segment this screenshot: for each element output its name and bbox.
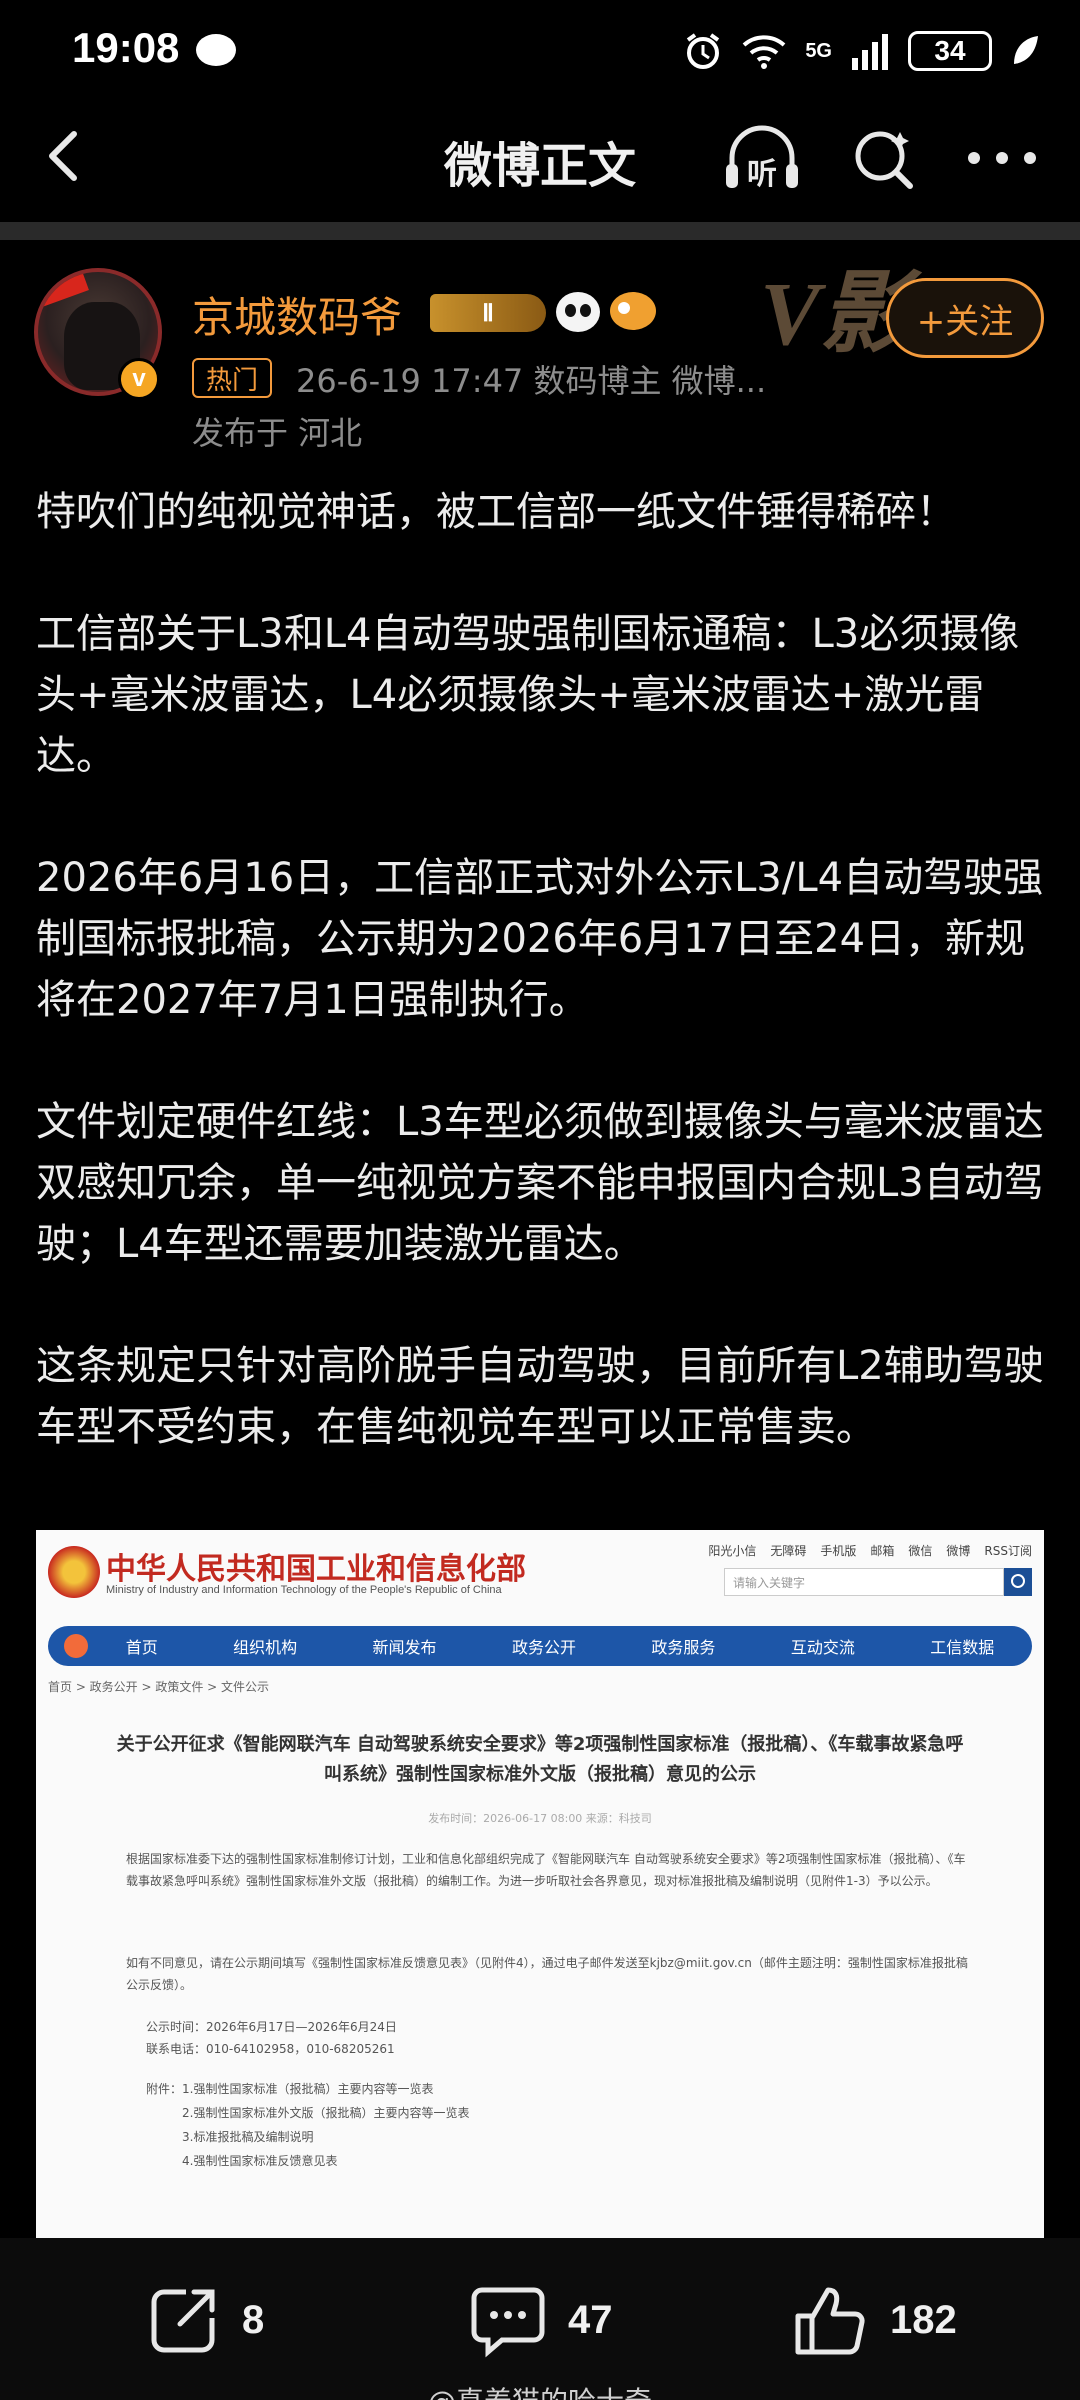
follow-button[interactable]: +关注 (886, 278, 1044, 358)
miit-top-link: 微博 (946, 1544, 971, 1558)
bird-icon (610, 292, 656, 330)
miit-nav: 首页 组织机构 新闻发布 政务公开 政务服务 互动交流 工信数据 (48, 1626, 1032, 1666)
status-bar: 19:08 5G 34 (0, 0, 1080, 100)
share-button[interactable]: 8 (146, 2280, 264, 2360)
listen-label: 听 (747, 157, 777, 192)
signal-icon (852, 34, 888, 70)
post-paragraph: 工信部关于L3和L4自动驾驶强制国标通稿：L3必须摄像头+毫米波雷达，L4必须摄… (36, 611, 1020, 779)
message-bubble-icon (196, 34, 236, 66)
author-header: v 京城数码爷 Ⅱ V影 +关注 热门 26-6-19 17:47 数码博主 微… (0, 240, 1080, 460)
thumbs-up-icon (795, 2287, 865, 2355)
author-name[interactable]: 京城数码爷 (192, 284, 402, 345)
nav-bar: 微博正文 听 (0, 100, 1080, 212)
battery-icon: 34 (908, 31, 992, 71)
miit-nav-item: 新闻发布 (372, 1638, 437, 1657)
post-location: 发布于 河北 (192, 414, 363, 452)
miit-breadcrumb: 首页 > 政务公开 > 政策文件 > 文件公示 (48, 1680, 270, 1694)
miit-search-icon (1004, 1568, 1032, 1596)
search-icon (855, 131, 913, 189)
miit-top-link: 微信 (908, 1544, 933, 1558)
status-time: 19:08 (72, 24, 180, 71)
miit-top-link: 邮箱 (870, 1544, 895, 1558)
miit-header: 中华人民共和国工业和信息化部 Ministry of Industry and … (36, 1530, 1044, 1616)
miit-top-link: RSS订阅 (984, 1544, 1032, 1558)
post-paragraph: 这条规定只针对高阶脱手自动驾驶，目前所有L2辅助驾驶车型不受约束，在售纯视觉车型… (36, 1343, 1044, 1450)
miit-top-links: 阳光小信 无障碍 手机版 邮箱 微信 微博 RSS订阅 (708, 1542, 1032, 1559)
post-paragraph: 特吹们的纯视觉神话，被工信部一纸文件锤得稀碎！ (36, 489, 956, 535)
miit-search-input: 请输入关键字 (724, 1568, 1004, 1596)
share-count: 8 (242, 2297, 265, 2342)
listen-button[interactable]: 听 (720, 122, 804, 194)
miit-nav-item: 互动交流 (790, 1638, 855, 1657)
miit-nav-item: 工信数据 (930, 1638, 995, 1657)
hot-tag: 热门 (192, 358, 273, 398)
miit-nav-item: 政务公开 (511, 1638, 576, 1657)
more-button[interactable] (960, 122, 1044, 194)
back-arrow-icon (49, 131, 77, 181)
nav-divider (0, 222, 1080, 240)
alarm-icon (687, 33, 720, 69)
bottom-action-bar: 8 47 182 @真养猫的哈士奇 (0, 2238, 1080, 2400)
miit-site-title: 中华人民共和国工业和信息化部 (106, 1552, 526, 1587)
verified-badge: v (118, 358, 160, 400)
miit-doc-paragraph: 如有不同意见，请在公示期间填写《强制性国家标准反馈意见表》（见附件4），通过电子… (126, 1956, 968, 1992)
comment-icon (471, 2287, 545, 2358)
like-button[interactable]: 182 (790, 2280, 957, 2360)
back-button[interactable] (30, 120, 102, 192)
wifi-icon (742, 35, 786, 69)
search-button[interactable] (848, 122, 920, 194)
miit-site-subtitle: Ministry of Industry and Information Tec… (106, 1584, 502, 1596)
miit-top-link: 手机版 (820, 1544, 857, 1558)
panda-icon (556, 292, 600, 332)
flag-icon (38, 272, 89, 308)
miit-nav-item: 政务服务 (651, 1638, 716, 1657)
national-emblem-icon (48, 1546, 100, 1598)
miit-doc-date: 发布时间：2026-06-17 08:00 来源：科技司 (428, 1812, 652, 1825)
comment-button[interactable]: 47 (468, 2280, 613, 2360)
miit-top-link: 阳光小信 (708, 1544, 757, 1558)
weibo-watermark: @真养猫的哈士奇 (0, 2380, 1080, 2400)
rank-badge: Ⅱ (430, 294, 546, 332)
post-meta: 26-6-19 17:47 数码博主 微博... (296, 362, 767, 400)
post-paragraph: 文件划定硬件红线：L3车型必须做到摄像头与毫米波雷达双感知冗余，单一纯视觉方案不… (36, 1099, 1044, 1267)
like-count: 182 (890, 2297, 957, 2342)
miit-attachment: 3.标准报批稿及编制说明 (182, 2130, 314, 2144)
embedded-image[interactable]: 中华人民共和国工业和信息化部 Ministry of Industry and … (36, 1530, 1044, 2238)
post-body: 特吹们的纯视觉神话，被工信部一纸文件锤得稀碎！ 工信部关于L3和L4自动驾驶强制… (36, 482, 1048, 1519)
comment-count: 47 (568, 2297, 613, 2342)
miit-doc-paragraph: 根据国家标准委下达的强制性国家标准制修订计划，工业和信息化部组织完成了《智能网联… (126, 1852, 966, 1888)
miit-nav-item: 首页 (125, 1638, 158, 1657)
post-paragraph: 2026年6月16日，工信部正式对外公示L3/L4自动驾驶强制国标报批稿，公示期… (36, 855, 1044, 1023)
miit-attachment: 4.强制性国家标准反馈意见表 (182, 2154, 338, 2168)
miit-doc-title: 关于公开征求《智能网联汽车 自动驾驶系统安全要求》等2项强制性国家标准（报批稿）… (116, 1734, 964, 1785)
miit-attachment: 附件：1.强制性国家标准（报批稿）主要内容等一览表 (146, 2082, 434, 2096)
network-label: 5G (805, 39, 832, 62)
miit-top-link: 无障碍 (770, 1544, 807, 1558)
miit-phone: 联系电话：010-64102958，010-68205261 (146, 2042, 395, 2056)
status-icons: 5G 34 (683, 26, 1040, 76)
miit-home-icon (64, 1634, 88, 1658)
miit-notice-period: 公示时间：2026年6月17日—2026年6月24日 (146, 2020, 397, 2034)
listen-headphone-icon: 听 (726, 125, 798, 192)
share-icon (151, 2289, 215, 2353)
leaf-icon (1014, 36, 1038, 64)
miit-attachment: 2.强制性国家标准外文版（报批稿）主要内容等一览表 (182, 2106, 470, 2120)
miit-nav-item: 组织机构 (233, 1638, 298, 1657)
more-dots-icon (968, 152, 1036, 164)
